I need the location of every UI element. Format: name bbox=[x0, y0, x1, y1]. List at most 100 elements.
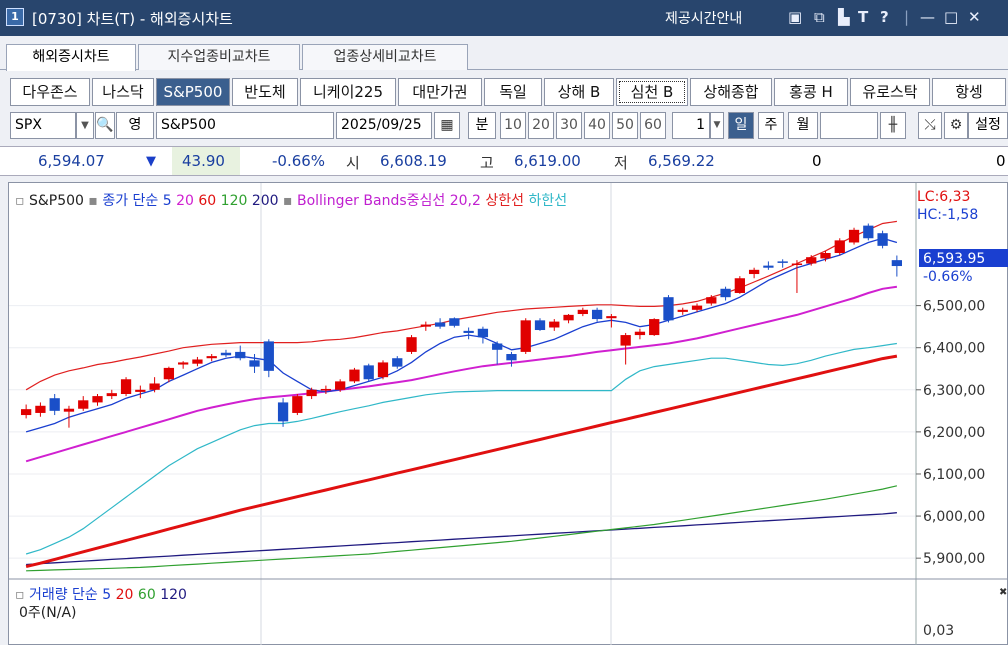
candle-body bbox=[463, 330, 474, 333]
candle-body bbox=[63, 408, 75, 412]
candle-body bbox=[149, 383, 160, 390]
candle-body bbox=[634, 331, 646, 336]
font-icon[interactable]: T bbox=[858, 8, 868, 26]
daily-button[interactable]: 일 bbox=[728, 112, 754, 139]
candle-body bbox=[577, 309, 588, 315]
minute-40-button[interactable]: 40 bbox=[584, 112, 610, 139]
open-label: 시 bbox=[346, 154, 360, 172]
candle-body bbox=[135, 389, 146, 392]
y-tick-label: 6,200,00 bbox=[923, 425, 985, 441]
minute-20-button[interactable]: 20 bbox=[528, 112, 554, 139]
pin-icon[interactable]: ▙ bbox=[838, 8, 850, 26]
low-label: 저 bbox=[614, 154, 628, 172]
market-button-taiwan[interactable]: 대만가권 bbox=[398, 78, 482, 106]
period-minute-button[interactable]: 분 bbox=[468, 112, 496, 139]
settings-button[interactable]: 설정 bbox=[968, 112, 1008, 139]
window-number: 1 bbox=[6, 8, 24, 26]
minute-30-button[interactable]: 30 bbox=[556, 112, 582, 139]
indicator-icon[interactable]: ╫ bbox=[880, 112, 906, 139]
candle-body bbox=[777, 261, 788, 263]
market-button-shenzhen-b[interactable]: 심천 B bbox=[616, 78, 688, 106]
candle-body bbox=[335, 381, 346, 390]
market-button-nasdaq[interactable]: 나스닥 bbox=[92, 78, 154, 106]
candle-body bbox=[649, 319, 660, 336]
market-button-eurostoxx[interactable]: 유로스탁 bbox=[850, 78, 930, 106]
candle-body bbox=[591, 309, 603, 320]
price-chart[interactable]: ▫ S&P500 ▪ 종가 단순 5 20 60 120 200 ▪ Bolli… bbox=[9, 183, 1008, 645]
candle-body bbox=[520, 320, 531, 352]
market-button-germany[interactable]: 독일 bbox=[484, 78, 542, 106]
indicator-lines bbox=[25, 220, 898, 572]
candle-body bbox=[477, 328, 489, 338]
calendar-icon[interactable]: ▦ bbox=[434, 112, 460, 139]
high-label: 고 bbox=[480, 154, 494, 172]
search-icon[interactable]: 🔍 bbox=[95, 112, 115, 139]
volume-value: 0 bbox=[812, 152, 822, 170]
y-tick-label: 6,000,00 bbox=[923, 509, 985, 525]
tab-sector-compare[interactable]: 업종상세비교차트 bbox=[302, 44, 468, 70]
market-button-nikkei[interactable]: 니케이225 bbox=[300, 78, 396, 106]
candle-body bbox=[791, 263, 803, 266]
candle-body bbox=[292, 396, 303, 413]
tab-overseas-chart[interactable]: 해외증시차트 bbox=[6, 44, 136, 71]
date-input[interactable]: 2025/09/25 bbox=[336, 112, 432, 139]
close-icon[interactable]: ✕ bbox=[968, 8, 981, 26]
chart-area[interactable]: ▫ S&P500 ▪ 종가 단순 5 20 60 120 200 ▪ Bolli… bbox=[8, 182, 1008, 645]
market-button-shanghai-b[interactable]: 상해 B bbox=[544, 78, 614, 106]
candle-body bbox=[377, 362, 389, 378]
candle-body bbox=[691, 305, 703, 310]
price-change: 43.90 bbox=[172, 147, 240, 175]
candle-body bbox=[263, 341, 274, 371]
minute-50-button[interactable]: 50 bbox=[612, 112, 638, 139]
candle-body bbox=[534, 320, 546, 331]
candle-body bbox=[249, 360, 260, 367]
candle-body bbox=[78, 400, 89, 409]
market-button-shanghai-composite[interactable]: 상해종합 bbox=[690, 78, 772, 106]
symbol-dropdown-icon[interactable]: ▼ bbox=[76, 112, 94, 139]
candle-body bbox=[606, 316, 617, 319]
y-axis-ticks: 6,500,00 6,400,00 6,300,00 6,200,00 6,100,00… bbox=[916, 299, 985, 567]
title-bar: 1 [0730] 차트(T) - 해외증시차트 제공시간안내 ▣ ⧉ ▙ T ?… bbox=[0, 0, 1008, 36]
candle-body bbox=[663, 297, 674, 321]
candle-body bbox=[277, 402, 289, 422]
candle-body bbox=[206, 356, 217, 359]
candle-body bbox=[406, 337, 417, 352]
candle-body bbox=[349, 369, 360, 382]
minute-60-button[interactable]: 60 bbox=[640, 112, 666, 139]
market-button-semiconductor[interactable]: 반도체 bbox=[232, 78, 298, 106]
candle-body bbox=[506, 354, 517, 361]
market-button-hongkong-h[interactable]: 홍콩 H bbox=[774, 78, 848, 106]
window-icon[interactable]: ⧉ bbox=[814, 8, 825, 26]
market-button-dow[interactable]: 다우존스 bbox=[10, 78, 90, 106]
chart-window: 1 [0730] 차트(T) - 해외증시차트 제공시간안내 ▣ ⧉ ▙ T ?… bbox=[0, 0, 1008, 645]
layout-icon[interactable]: ▣ bbox=[788, 8, 802, 26]
tab-index-compare[interactable]: 지수업종비교차트 bbox=[138, 44, 300, 70]
help-icon[interactable]: ? bbox=[880, 8, 889, 26]
maximize-icon[interactable]: □ bbox=[944, 8, 958, 26]
low-price: 6,569.22 bbox=[648, 152, 715, 170]
provider-time-link[interactable]: 제공시간안내 bbox=[665, 8, 742, 28]
symbol-input[interactable]: SPX bbox=[10, 112, 76, 139]
axis-current-pct: -0.66% bbox=[923, 269, 973, 285]
volume-tick: 0,03 bbox=[923, 623, 954, 639]
minimize-icon[interactable]: — bbox=[920, 8, 935, 26]
count-dropdown-icon[interactable]: ▼ bbox=[710, 112, 724, 139]
y-tick-label: 6,500,00 bbox=[923, 299, 985, 315]
candle-body bbox=[306, 389, 317, 397]
weekly-button[interactable]: 주 bbox=[758, 112, 784, 139]
market-button-sp500[interactable]: S&P500 bbox=[156, 78, 230, 106]
tool-icon[interactable]: ⤯ bbox=[918, 112, 942, 139]
gear-icon[interactable]: ⚙ bbox=[944, 112, 968, 139]
separator-icon: | bbox=[904, 8, 910, 26]
candle-body bbox=[720, 288, 731, 298]
count-input[interactable]: 1 bbox=[672, 112, 710, 139]
candle-body bbox=[434, 322, 446, 327]
lc-label: LC:6,33 bbox=[917, 189, 970, 205]
monthly-button[interactable]: 월 bbox=[788, 112, 818, 139]
minute-10-button[interactable]: 10 bbox=[500, 112, 526, 139]
y-tick-label: 6,400,00 bbox=[923, 341, 985, 357]
english-toggle[interactable]: 영 bbox=[116, 112, 154, 139]
y-tick-label: 6,100,00 bbox=[923, 467, 985, 483]
market-button-hangseng[interactable]: 항셍 bbox=[932, 78, 1006, 106]
candle-body bbox=[891, 260, 903, 267]
